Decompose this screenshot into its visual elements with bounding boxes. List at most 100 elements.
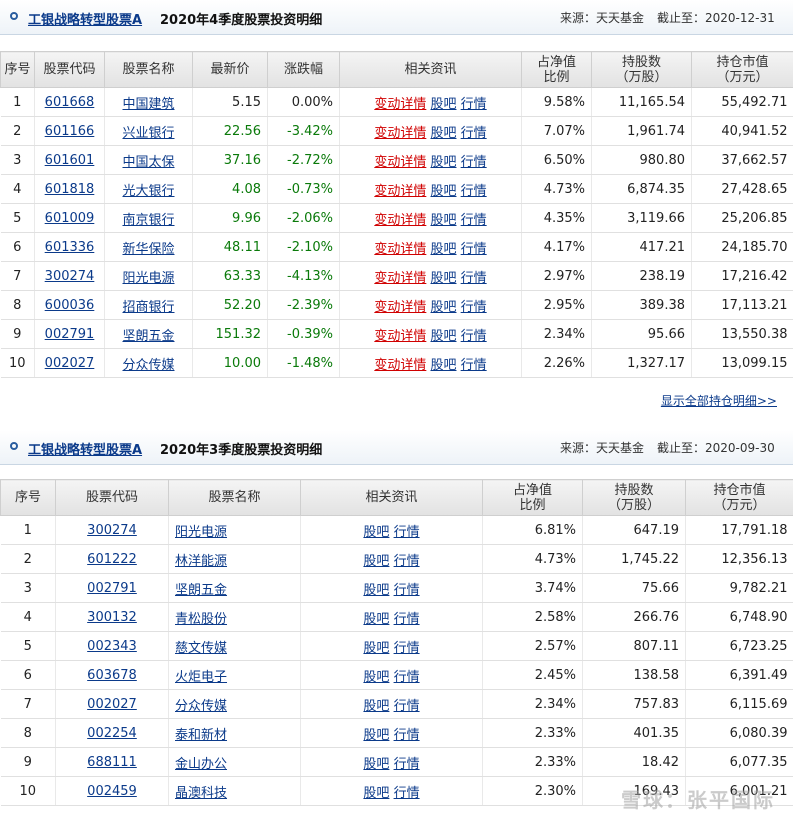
stock-code-link[interactable]: 600036 — [45, 298, 95, 313]
quote-link[interactable]: 行情 — [461, 184, 487, 199]
stock-code-link[interactable]: 002791 — [45, 327, 95, 342]
change-detail-link[interactable]: 变动详情 — [374, 242, 426, 257]
stock-bar-link[interactable]: 股吧 — [430, 358, 456, 373]
stock-code-link[interactable]: 002027 — [45, 356, 95, 371]
stock-bar-link[interactable]: 股吧 — [363, 670, 389, 685]
change-detail-link[interactable]: 变动详情 — [374, 213, 426, 228]
stock-code-link[interactable]: 300274 — [87, 523, 137, 538]
watermark: 雪球：张平国际 — [621, 788, 775, 812]
quote-link[interactable]: 行情 — [461, 300, 487, 315]
stock-name-link[interactable]: 中国太保 — [122, 155, 174, 170]
stock-bar-link[interactable]: 股吧 — [430, 329, 456, 344]
stock-bar-link[interactable]: 股吧 — [430, 271, 456, 286]
stock-name-link[interactable]: 晶澳科技 — [175, 786, 227, 801]
change-detail-link[interactable]: 变动详情 — [374, 329, 426, 344]
quote-link[interactable]: 行情 — [394, 728, 420, 743]
change-detail-link[interactable]: 变动详情 — [374, 184, 426, 199]
change-detail-link[interactable]: 变动详情 — [374, 358, 426, 373]
stock-bar-link[interactable]: 股吧 — [363, 554, 389, 569]
quote-link[interactable]: 行情 — [461, 271, 487, 286]
stock-name-link[interactable]: 光大银行 — [122, 184, 174, 199]
stock-name-link[interactable]: 兴业银行 — [122, 126, 174, 141]
quote-link[interactable]: 行情 — [461, 126, 487, 141]
stock-bar-link[interactable]: 股吧 — [363, 612, 389, 627]
stock-code-link[interactable]: 601166 — [45, 124, 95, 139]
stock-name-link[interactable]: 坚朗五金 — [122, 329, 174, 344]
stock-code-link[interactable]: 601336 — [45, 240, 95, 255]
quote-link[interactable]: 行情 — [461, 358, 487, 373]
table-row: 9 002791 坚朗五金 151.32 -0.39% 变动详情 股吧 行情 2.34% 95… — [0, 319, 793, 349]
quote-link[interactable]: 行情 — [461, 329, 487, 344]
stock-code-link[interactable]: 002027 — [87, 697, 137, 712]
stock-code-link[interactable]: 300274 — [45, 269, 95, 284]
stock-name-link[interactable]: 分众传媒 — [122, 358, 174, 373]
stock-name-link[interactable]: 新华保险 — [122, 242, 174, 257]
quote-link[interactable]: 行情 — [461, 97, 487, 112]
table-row: 5 601009 南京银行 9.96 -2.06% 变动详情 股吧 行情 4.35% 3,11… — [0, 203, 793, 233]
stock-bar-link[interactable]: 股吧 — [363, 757, 389, 772]
stock-bar-link[interactable]: 股吧 — [430, 213, 456, 228]
quote-link[interactable]: 行情 — [394, 612, 420, 627]
change-percent: -2.06% — [267, 203, 340, 233]
stock-code-link[interactable]: 603678 — [87, 668, 137, 683]
stock-bar-link[interactable]: 股吧 — [363, 525, 389, 540]
stock-name-link[interactable]: 南京银行 — [122, 213, 174, 228]
q4-fund-link[interactable]: 工银战略转型股票A — [28, 9, 142, 28]
stock-bar-link[interactable]: 股吧 — [430, 97, 456, 112]
stock-bar-link[interactable]: 股吧 — [430, 242, 456, 257]
quote-link[interactable]: 行情 — [394, 583, 420, 598]
stock-name-link[interactable]: 中国建筑 — [122, 97, 174, 112]
stock-bar-link[interactable]: 股吧 — [430, 300, 456, 315]
stock-name-link-cell: 坚朗五金 — [168, 573, 301, 603]
stock-code-link[interactable]: 002343 — [87, 639, 137, 654]
stock-name-link[interactable]: 火炬电子 — [175, 670, 227, 685]
stock-name-link[interactable]: 慈文传媒 — [175, 641, 227, 656]
quote-link[interactable]: 行情 — [461, 155, 487, 170]
stock-code-link[interactable]: 002791 — [87, 581, 137, 596]
stock-name-link[interactable]: 泰和新材 — [175, 728, 227, 743]
stock-name-link[interactable]: 分众传媒 — [175, 699, 227, 714]
stock-code-link[interactable]: 601668 — [45, 95, 95, 110]
quote-link[interactable]: 行情 — [394, 786, 420, 801]
stock-name-link[interactable]: 林洋能源 — [175, 554, 227, 569]
stock-name-link[interactable]: 金山办公 — [175, 757, 227, 772]
quote-link[interactable]: 行情 — [394, 670, 420, 685]
stock-code-link[interactable]: 601222 — [87, 552, 137, 567]
show-all-holdings-link[interactable]: 显示全部持仓明细>> — [661, 392, 777, 409]
stock-code-link[interactable]: 002459 — [87, 784, 137, 799]
change-detail-link[interactable]: 变动详情 — [374, 271, 426, 286]
stock-code-link[interactable]: 002254 — [87, 726, 137, 741]
stock-name-link[interactable]: 阳光电源 — [122, 271, 174, 286]
quote-link[interactable]: 行情 — [461, 242, 487, 257]
stock-code-link[interactable]: 688111 — [87, 755, 137, 770]
quote-link[interactable]: 行情 — [394, 554, 420, 569]
change-detail-link[interactable]: 变动详情 — [374, 155, 426, 170]
quote-link[interactable]: 行情 — [394, 757, 420, 772]
stock-bar-link[interactable]: 股吧 — [363, 699, 389, 714]
stock-bar-link[interactable]: 股吧 — [363, 728, 389, 743]
stock-name-link[interactable]: 坚朗五金 — [175, 583, 227, 598]
stock-bar-link[interactable]: 股吧 — [363, 641, 389, 656]
q3-fund-link[interactable]: 工银战略转型股票A — [28, 439, 142, 458]
quote-link[interactable]: 行情 — [394, 699, 420, 714]
stock-bar-link[interactable]: 股吧 — [363, 786, 389, 801]
related-info-cell: 股吧 行情 — [300, 689, 483, 719]
stock-bar-link[interactable]: 股吧 — [430, 155, 456, 170]
change-detail-link[interactable]: 变动详情 — [374, 126, 426, 141]
stock-code-link[interactable]: 601818 — [45, 182, 95, 197]
stock-name-link[interactable]: 青松股份 — [175, 612, 227, 627]
stock-code-link[interactable]: 601009 — [45, 211, 95, 226]
stock-code-link[interactable]: 601601 — [45, 153, 95, 168]
stock-name-link[interactable]: 招商银行 — [122, 300, 174, 315]
quote-link[interactable]: 行情 — [461, 213, 487, 228]
stock-bar-link[interactable]: 股吧 — [363, 583, 389, 598]
quote-link[interactable]: 行情 — [394, 641, 420, 656]
quote-link[interactable]: 行情 — [394, 525, 420, 540]
stock-name-link[interactable]: 阳光电源 — [175, 525, 227, 540]
latest-price: 9.96 — [192, 203, 268, 233]
change-detail-link[interactable]: 变动详情 — [374, 97, 426, 112]
change-detail-link[interactable]: 变动详情 — [374, 300, 426, 315]
stock-bar-link[interactable]: 股吧 — [430, 184, 456, 199]
stock-code-link[interactable]: 300132 — [87, 610, 137, 625]
stock-bar-link[interactable]: 股吧 — [430, 126, 456, 141]
